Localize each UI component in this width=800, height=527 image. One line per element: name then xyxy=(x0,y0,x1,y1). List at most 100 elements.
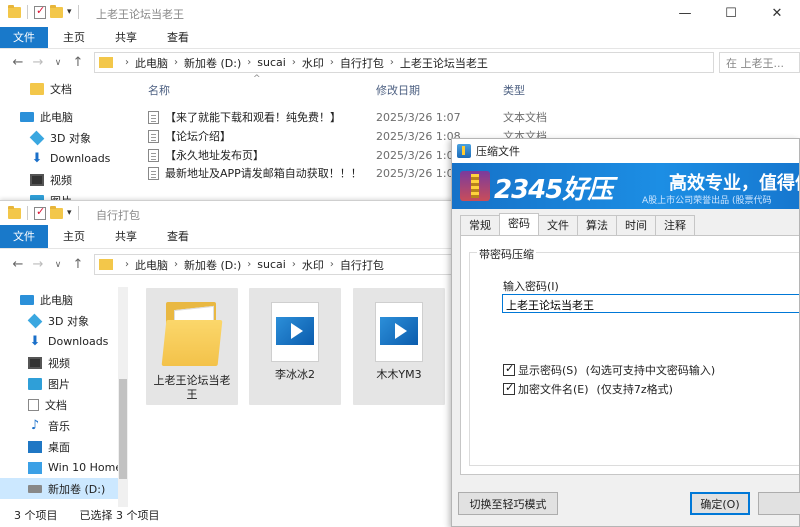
tab-home[interactable]: 主页 xyxy=(48,225,100,248)
sidebar-item-label: 视频 xyxy=(50,173,72,187)
sidebar-item-drive-d[interactable]: 新加卷 (D:) xyxy=(0,478,118,499)
search-input[interactable]: 在 上老王... xyxy=(719,52,800,73)
new-folder-icon[interactable] xyxy=(50,4,63,18)
sidebar-item-pictures[interactable]: 图片 xyxy=(28,373,70,394)
chevron-down-icon[interactable]: ▾ xyxy=(67,208,72,218)
sidebar-item-videos[interactable]: 视频 xyxy=(30,169,72,190)
tab-file[interactable]: 文件 xyxy=(0,27,48,48)
chevron-down-icon[interactable]: ∨ xyxy=(48,58,68,68)
crumb-drive-d[interactable]: 新加卷 (D:) xyxy=(184,257,241,273)
back-arrow-icon[interactable]: ← xyxy=(8,257,28,272)
encrypt-filenames-option[interactable]: 加密文件名(E) (仅支持7z格式) xyxy=(503,381,673,397)
sidebar-item-pictures[interactable]: 图片 xyxy=(30,190,72,200)
close-button[interactable]: ✕ xyxy=(754,0,800,27)
sidebar-item-win10-home[interactable]: Win 10 Home xyxy=(28,457,122,478)
maximize-button[interactable]: ☐ xyxy=(708,0,754,27)
up-arrow-icon[interactable]: ↑ xyxy=(68,257,88,272)
sidebar-item-videos[interactable]: 视频 xyxy=(28,352,70,373)
tab-password[interactable]: 密码 xyxy=(499,213,539,235)
encrypt-filenames-checkbox[interactable] xyxy=(503,381,515,395)
sidebar-item-documents[interactable]: 文档 xyxy=(28,394,67,415)
address-bar[interactable]: › 此电脑 › 新加卷 (D:) › sucai › 水印 › 自行打包 › 上… xyxy=(94,52,714,73)
properties-icon[interactable] xyxy=(34,4,46,19)
crumb-this-pc[interactable]: 此电脑 xyxy=(135,257,168,273)
column-header-date[interactable]: 修改日期 xyxy=(376,82,420,98)
forward-arrow-icon[interactable]: → xyxy=(28,257,48,272)
crumb-sucai[interactable]: sucai xyxy=(257,56,286,69)
tab-general[interactable]: 常规 xyxy=(460,215,500,235)
sidebar-item-music[interactable]: ♪ 音乐 xyxy=(28,415,70,436)
file-row[interactable]: 【来了就能下载和观看！纯免费！】 2025/3/26 1:07 文本文档 xyxy=(148,107,788,127)
file-name: 【永久地址发布页】 xyxy=(165,149,264,162)
tab-share[interactable]: 共享 xyxy=(100,225,152,248)
show-password-option[interactable]: 显示密码(S) (勾选可支持中文密码输入) xyxy=(503,362,715,378)
back-arrow-icon[interactable]: ← xyxy=(8,55,28,70)
scrollbar-thumb[interactable] xyxy=(119,379,127,479)
breadcrumb-separator: › xyxy=(174,259,178,270)
item-name: 上老王论坛当老王 xyxy=(153,374,231,401)
tab-files[interactable]: 文件 xyxy=(538,215,578,235)
sidebar-scrollbar[interactable] xyxy=(118,287,128,507)
properties-icon[interactable] xyxy=(34,205,46,220)
up-arrow-icon[interactable]: ↑ xyxy=(68,55,88,70)
cancel-button[interactable] xyxy=(758,492,800,515)
chevron-down-icon[interactable]: ∨ xyxy=(48,260,68,270)
sidebar-item-label: 3D 对象 xyxy=(48,314,89,328)
crumb-drive-d[interactable]: 新加卷 (D:) xyxy=(184,55,241,71)
sidebar-item-downloads[interactable]: ⬇ Downloads xyxy=(30,148,111,169)
ribbon-tabs: 文件 主页 共享 查看 xyxy=(0,225,460,249)
sidebar-item-this-pc[interactable]: 此电脑 xyxy=(20,289,73,310)
crumb-watermark[interactable]: 水印 xyxy=(302,257,324,273)
switch-lite-mode-button[interactable]: 切换至轻巧模式 xyxy=(458,492,558,515)
forward-arrow-icon[interactable]: → xyxy=(28,55,48,70)
folder-item[interactable]: 上老王论坛当老王 xyxy=(146,288,238,405)
tab-home[interactable]: 主页 xyxy=(48,27,100,48)
tab-share[interactable]: 共享 xyxy=(100,27,152,48)
ok-button[interactable]: 确定(O) xyxy=(690,492,750,515)
show-password-checkbox[interactable] xyxy=(503,362,515,376)
item-count: 3 个项目 xyxy=(14,509,58,522)
tab-time[interactable]: 时间 xyxy=(616,215,656,235)
video-file-icon xyxy=(271,302,319,362)
dialog-title-bar: 压缩文件 xyxy=(452,139,799,163)
sidebar-item-this-pc[interactable]: 此电脑 xyxy=(20,106,73,127)
crumb-watermark[interactable]: 水印 xyxy=(302,55,324,71)
sidebar-item-3d-objects[interactable]: 3D 对象 xyxy=(27,310,89,331)
brand-subtitle: A股上市公司荣誉出品 (股票代码 xyxy=(642,196,772,206)
folder-icon xyxy=(161,298,223,368)
tab-view[interactable]: 查看 xyxy=(152,225,204,248)
folder-icon xyxy=(99,57,113,68)
archive-logo-icon xyxy=(460,171,490,201)
sidebar-item-downloads[interactable]: ⬇ Downloads xyxy=(28,331,109,352)
video-file-item[interactable]: 木木YM3 xyxy=(353,288,445,405)
tab-view[interactable]: 查看 xyxy=(152,27,204,48)
address-bar[interactable]: › 此电脑 › 新加卷 (D:) › sucai › 水印 › 自行打包 xyxy=(94,254,460,275)
file-date: 2025/3/26 1:07 xyxy=(376,110,461,124)
tab-file[interactable]: 文件 xyxy=(0,225,48,248)
status-bar: 3 个项目 已选择 3 个项目 xyxy=(14,507,160,523)
download-arrow-icon: ⬇ xyxy=(29,333,41,349)
crumb-this-pc[interactable]: 此电脑 xyxy=(135,55,168,71)
new-folder-icon[interactable] xyxy=(50,205,63,219)
sidebar-item-documents[interactable]: 文档 xyxy=(30,78,72,99)
minimize-button[interactable]: — xyxy=(662,0,708,27)
tab-algorithm[interactable]: 算法 xyxy=(577,215,617,235)
file-date: 2025/3/26 1:08 xyxy=(376,148,461,162)
compress-dialog: 压缩文件 2345好压 高效专业，值得信 A股上市公司荣誉出品 (股票代码 常规… xyxy=(451,138,800,527)
crumb-current[interactable]: 上老王论坛当老王 xyxy=(400,55,488,71)
breadcrumb-separator: › xyxy=(329,57,334,68)
separator xyxy=(27,206,28,220)
sidebar-item-label: Downloads xyxy=(50,152,111,165)
tab-comment[interactable]: 注释 xyxy=(655,215,695,235)
crumb-sucai[interactable]: sucai xyxy=(257,258,286,271)
folder-icon xyxy=(8,4,21,18)
crumb-pack[interactable]: 自行打包 xyxy=(340,257,384,273)
crumb-pack[interactable]: 自行打包 xyxy=(340,55,384,71)
chevron-down-icon[interactable]: ▾ xyxy=(67,7,72,17)
column-header-type[interactable]: 类型 xyxy=(503,82,525,98)
video-file-item[interactable]: 李冰冰2 xyxy=(249,288,341,405)
password-input[interactable]: 上老王论坛当老王 xyxy=(502,294,799,313)
column-header-name[interactable]: 名称 xyxy=(148,82,170,98)
sidebar-item-3d-objects[interactable]: 3D 对象 xyxy=(29,127,91,148)
sidebar-item-desktop[interactable]: 桌面 xyxy=(28,436,70,457)
